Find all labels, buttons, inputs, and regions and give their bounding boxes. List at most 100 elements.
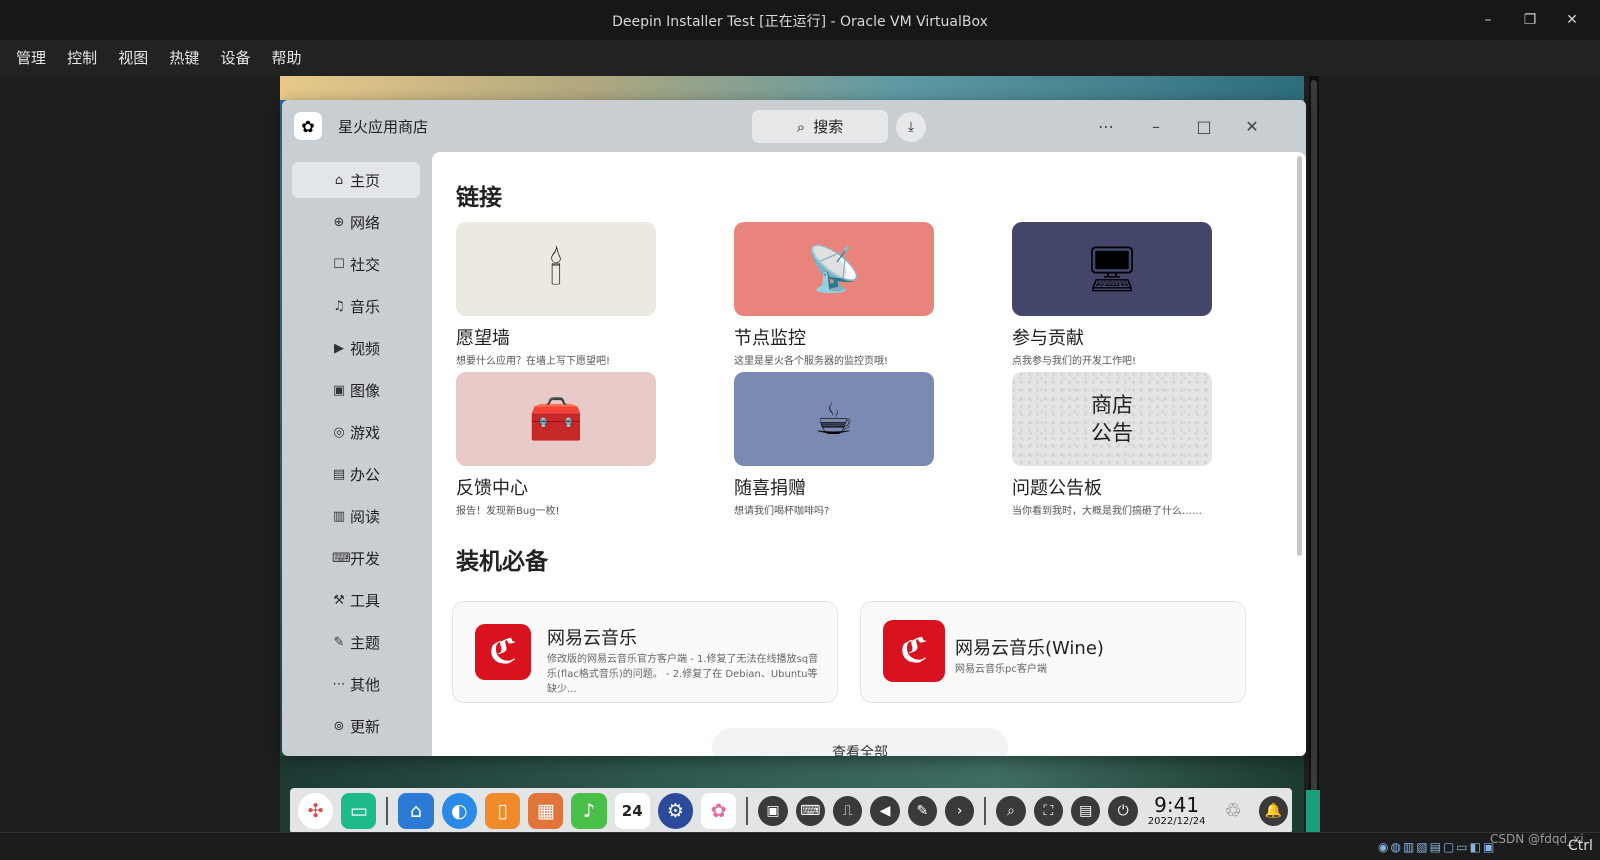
link-card-title: 愿望墙 (456, 328, 510, 349)
toolbox-icon: 🧰 (456, 372, 656, 466)
video-icon: ▶ (333, 340, 344, 356)
link-card-title: 参与贡献 (1012, 328, 1084, 349)
globe-icon: ⊕ (333, 214, 345, 230)
notice-image-text: 商店 公告 (1091, 391, 1133, 447)
spark-store-icon[interactable]: ✿ (701, 793, 737, 829)
power-icon[interactable]: ⏻ (1108, 796, 1138, 826)
sidebar-item-video[interactable]: ▶ 视频 (292, 330, 420, 366)
desktop-wallpaper-top (280, 76, 1304, 100)
settings-icon[interactable]: ⚙ (657, 793, 694, 829)
app-card-name: 网易云音乐(Wine) (955, 638, 1104, 659)
app-store-icon[interactable]: ⌂ (398, 793, 434, 829)
app-close-button[interactable]: ✕ (1240, 114, 1264, 138)
host-restore-button[interactable]: ❐ (1518, 9, 1542, 31)
deepin-store-icon[interactable]: ▯ (484, 793, 521, 829)
sidebar-item-updates[interactable]: ⊚ 更新 (292, 708, 420, 744)
search-icon: ⌕ (796, 117, 806, 136)
keyboard-icon[interactable]: ⌨ (795, 796, 825, 826)
pen-icon[interactable]: ✎ (907, 796, 938, 826)
book-icon: ▥ (332, 508, 346, 524)
document-icon: ▤ (332, 466, 346, 482)
sidebar-item-label: 图像 (349, 381, 380, 400)
dock-separator (746, 797, 749, 825)
link-card-contribute[interactable]: 🖥 参与贡献 点我参与我们的开发工作吧! (1012, 222, 1212, 367)
host-minimize-button[interactable]: – (1476, 9, 1500, 31)
host-window-title: Deepin Installer Test [正在运行] - Oracle VM… (612, 14, 988, 30)
search-button[interactable]: ⌕ 搜索 (752, 110, 888, 143)
content-scrollbar[interactable] (1297, 156, 1302, 556)
sidebar-item-image[interactable]: ▣ 图像 (292, 372, 420, 408)
link-card-donate[interactable]: ☕ 随喜捐赠 想请我们喝杯咖啡吗? (734, 372, 934, 517)
vm-scrollbar[interactable] (1309, 76, 1319, 832)
sidebar-item-label: 音乐 (349, 297, 380, 316)
sidebar-item-network[interactable]: ⊕ 网络 (292, 204, 420, 240)
expand-tray-icon[interactable]: › (945, 796, 975, 826)
sidebar-item-label: 工具 (349, 591, 380, 610)
app-minimize-button[interactable]: – (1144, 114, 1168, 138)
link-card-desc: 点我参与我们的开发工作吧! (1012, 356, 1137, 367)
sidebar-item-label: 主页 (349, 171, 380, 190)
screenshot-tool-icon[interactable]: ▣ (758, 796, 788, 826)
notice-image-line2: 公告 (1091, 421, 1133, 445)
sidebar-item-games[interactable]: ◎ 游戏 (292, 414, 420, 450)
usb-icon[interactable]: ⎍ (832, 796, 863, 826)
app-card-netease-music-wine[interactable]: ℭ 网易云音乐(Wine) 网易云音乐pc客户端 (860, 601, 1246, 703)
more-options-icon[interactable]: ⋯ (1094, 114, 1118, 138)
chat-icon: ☐ (333, 256, 345, 272)
sidebar-item-label: 更新 (349, 717, 380, 736)
terminal-icon[interactable]: ▭ (341, 793, 377, 829)
app-card-netease-music[interactable]: ℭ 网易云音乐 修改版的网易云音乐官方客户端 - 1.修复了无法在线播放sq音乐… (452, 601, 838, 703)
trash-icon[interactable]: ♲ (1215, 793, 1250, 829)
sidebar-item-label: 网络 (349, 213, 380, 232)
sidebar-item-reading[interactable]: ▥ 阅读 (292, 498, 420, 534)
app-titlebar: ✿ 星火应用商店 ⌕ 搜索 ⤓ ⋯ – □ ✕ (282, 100, 1306, 152)
netease-music-icon: ℭ (883, 620, 945, 682)
sidebar-item-development[interactable]: ⌨ 开发 (292, 540, 420, 576)
sidebar-item-label: 开发 (349, 549, 380, 568)
notification-bell-icon[interactable]: 🔔 (1258, 796, 1289, 826)
download-icon[interactable]: ⤓ (896, 112, 926, 142)
menu-view[interactable]: 视图 (118, 40, 148, 76)
search-icon[interactable]: ⌕ (996, 796, 1026, 826)
sidebar-item-others[interactable]: ⋯ 其他 (292, 666, 420, 702)
sidebar-item-label: 主题 (349, 633, 380, 652)
sidebar-item-tools[interactable]: ⚒ 工具 (292, 582, 420, 618)
sidebar-item-music[interactable]: ♫ 音乐 (292, 288, 420, 324)
link-card-feedback[interactable]: 🧰 反馈中心 报告！发现新Bug一枚! (456, 372, 656, 517)
link-card-wishlist[interactable]: 🕯 愿望墙 想要什么应用？在墙上写下愿望吧! (456, 222, 656, 367)
host-statusbar: ◉◍▥▧▤▢▭◧▣ (0, 832, 1600, 860)
calendar-icon[interactable]: 24 (614, 793, 650, 829)
host-close-button[interactable]: ✕ (1560, 9, 1584, 31)
link-card-node-monitor[interactable]: 📡 节点监控 这里是星火各个服务器的监控页哦! (734, 222, 934, 367)
coffee-cup-icon: ☕ (734, 372, 934, 466)
more-icon: ⋯ (332, 676, 346, 692)
clock[interactable]: 9:41 2022/12/24 (1148, 794, 1206, 828)
sidebar-item-themes[interactable]: ✎ 主题 (292, 624, 420, 660)
menu-control[interactable]: 控制 (67, 40, 97, 76)
show-desktop-icon[interactable]: ▤ (1071, 796, 1101, 826)
app-card-desc: 修改版的网易云音乐官方客户端 - 1.修复了无法在线播放sq音乐(flac格式音… (547, 654, 819, 695)
view-all-button[interactable]: 查看全部 (712, 728, 1008, 756)
app-maximize-button[interactable]: □ (1192, 114, 1216, 138)
music-player-icon[interactable]: ♪ (571, 793, 607, 829)
menu-hotkey[interactable]: 热键 (169, 40, 199, 76)
vm-status-icons[interactable]: ◉◍▥▧▤▢▭◧▣ (1378, 840, 1496, 854)
launcher-icon[interactable]: ✣ (298, 793, 334, 829)
music-note-icon: ♫ (333, 298, 345, 314)
browser-icon[interactable]: ◐ (441, 793, 477, 829)
image-icon: ▣ (332, 382, 346, 398)
magic-wand-icon: ✎ (333, 634, 345, 650)
home-icon: ⌂ (334, 172, 344, 188)
multitask-view-icon[interactable]: ⛶ (1033, 796, 1064, 826)
volume-icon[interactable]: ◀ (870, 796, 900, 826)
sidebar-item-home[interactable]: ⌂ 主页 (292, 162, 420, 198)
image-viewer-icon[interactable]: ▦ (528, 793, 564, 829)
link-card-notice-board[interactable]: 商店 公告 问题公告板 当你看到我时，大概是我们搞砸了什么…… (1012, 372, 1212, 517)
menu-manage[interactable]: 管理 (16, 40, 46, 76)
sidebar-item-office[interactable]: ▤ 办公 (292, 456, 420, 492)
link-card-desc: 想请我们喝杯咖啡吗? (734, 506, 830, 517)
sidebar-item-social[interactable]: ☐ 社交 (292, 246, 420, 282)
vm-scrollbar-thumb[interactable] (1311, 80, 1317, 820)
menu-help[interactable]: 帮助 (272, 40, 302, 76)
menu-devices[interactable]: 设备 (220, 40, 250, 76)
